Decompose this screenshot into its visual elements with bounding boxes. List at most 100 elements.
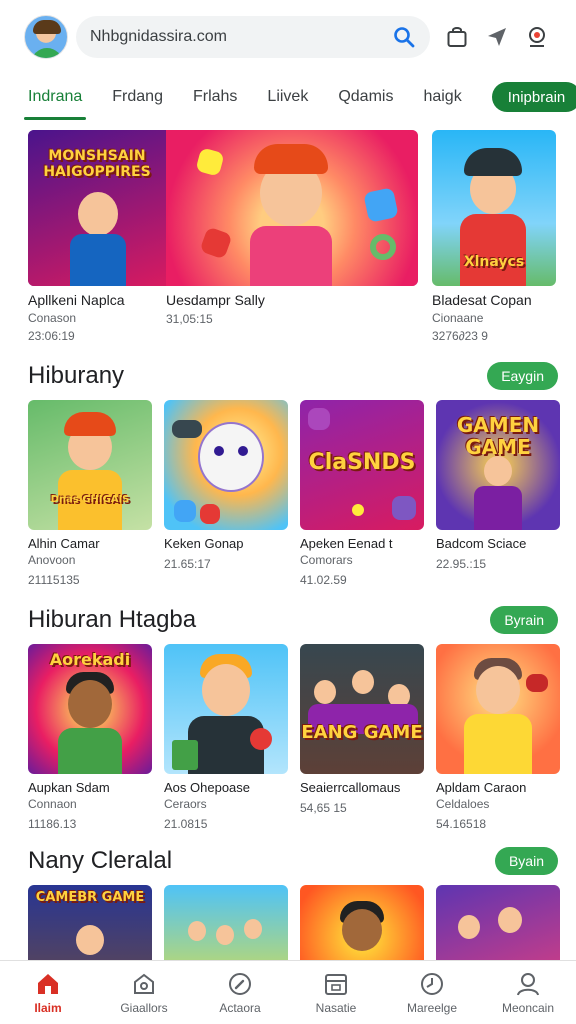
avatar[interactable]: [24, 15, 68, 59]
game-thumb[interactable]: ClaSNDS: [300, 400, 424, 530]
list-item[interactable]: ClaSNDS Apeken Eenad t Comorars 41.02.59: [300, 400, 424, 587]
search-bar[interactable]: Nhbgnidassira.com: [76, 16, 430, 58]
send-icon[interactable]: [486, 26, 508, 48]
section-title: Hiburany: [28, 362, 125, 389]
game-meta: 21115135: [28, 573, 80, 587]
list-item[interactable]: GAMEN GAME Badcom Sciace 22.95.:15: [436, 400, 560, 587]
section-more-button[interactable]: Byain: [494, 847, 558, 875]
featured-meta: 31,05:15: [166, 312, 213, 326]
game-title: Apldam Caraon: [436, 780, 527, 795]
nav-explore[interactable]: Actaora: [192, 961, 288, 1024]
tab-frdang[interactable]: Frdang: [112, 74, 163, 120]
bag-icon[interactable]: [446, 26, 468, 48]
list-item[interactable]: Dnas GHIGAIS Alhin Camar Anovoon 2111513…: [28, 400, 152, 587]
featured-meta: 23:06:19: [28, 329, 75, 343]
game-title: Aupkan Sdam: [28, 780, 110, 795]
game-thumb[interactable]: GAMEN GAME: [436, 400, 560, 530]
game-art-text: ClaSNDS: [308, 450, 416, 475]
featured-meta: 3276∂23 9: [432, 329, 488, 343]
nav-calendar[interactable]: Nasatie: [288, 961, 384, 1024]
tab-pill-button[interactable]: Inipbrain: [491, 82, 576, 112]
bottom-nav: Ilaim Giaallors Actaora Nasatie Mareelge…: [0, 960, 576, 1024]
nav-label: Actaora: [219, 1000, 261, 1015]
tab-frlahs[interactable]: Frlahs: [193, 74, 237, 120]
nav-label: Ilaim: [34, 1000, 62, 1015]
game-thumb[interactable]: [436, 644, 560, 774]
search-icon[interactable]: [392, 25, 416, 49]
search-input[interactable]: Nhbgnidassira.com: [90, 28, 392, 46]
nav-label: Giaallors: [120, 1000, 168, 1015]
tab-qdamis[interactable]: Qdamis: [338, 74, 393, 120]
game-art-text: EANG GAME: [301, 722, 423, 743]
home-icon: [38, 973, 58, 994]
tab-haigk[interactable]: haigk: [423, 74, 461, 120]
featured-subtitle: Conason: [28, 311, 77, 325]
nav-history[interactable]: Mareelge: [384, 961, 480, 1024]
game-thumb[interactable]: [164, 644, 288, 774]
tab-indrana[interactable]: Indrana: [23, 74, 87, 120]
game-meta: 54,65 15: [300, 801, 347, 815]
game-meta: 21.65:17: [164, 557, 211, 571]
game-meta: 22.95.:15: [436, 557, 487, 571]
tab-liivek[interactable]: Liivek: [267, 74, 308, 120]
nav-home[interactable]: Ilaim: [0, 961, 96, 1024]
section-title: Nany Cleralal: [28, 847, 173, 874]
list-item[interactable]: EANG GAME Seaierrcallomaus 54,65 15: [300, 644, 424, 831]
clock-icon: [421, 972, 443, 995]
featured-art-text: MONSHSAIN HAIGOPPIRES: [43, 148, 151, 180]
list-item[interactable]: Apldam Caraon Celdaloes 54.16518: [436, 644, 560, 831]
game-meta: 11186.13: [28, 817, 77, 831]
game-art-text: Aorekadi: [49, 650, 131, 669]
nav-label: Mareelge: [406, 1000, 458, 1015]
game-subtitle: Anovoon: [28, 553, 76, 567]
section-more-button[interactable]: Byrain: [490, 606, 558, 634]
game-title: Badcom Sciace: [436, 536, 527, 551]
featured-title: Apllkeni Naplca: [28, 292, 125, 308]
nav-games[interactable]: Giaallors: [96, 961, 192, 1024]
game-title: Apeken Eenad t: [300, 536, 393, 551]
profile-icon: [517, 972, 539, 995]
section-hiburany: Hiburany Eaygin Dnas GHIGAIS Alhin Camar…: [28, 358, 560, 587]
featured-art-text: Xlnaycs: [463, 254, 525, 270]
featured-title: Uesdampr Sally: [166, 292, 265, 308]
featured-banner[interactable]: MONSHSAIN HAIGOPPIRES: [28, 130, 418, 286]
compass-icon: [229, 972, 251, 995]
featured-card[interactable]: Xlnaycs Bladesat Copan Cionaane 3276∂23 …: [432, 130, 556, 343]
calendar-icon: [325, 973, 347, 995]
game-subtitle: Connaon: [28, 797, 77, 811]
game-title: Aos Ohepoase: [164, 780, 251, 795]
category-tabs: Indrana Frdang Frlahs Liivek Qdamis haig…: [0, 74, 576, 120]
game-art-text: GAMEN GAME: [456, 413, 540, 459]
section-hiburan-htagba: Hiburan Htagba Byrain Aorekadi Aupkan Sd…: [28, 602, 560, 831]
featured-title: Bladesat Copan: [432, 292, 532, 308]
list-item[interactable]: Aorekadi Aupkan Sdam Connaon 11186.13: [28, 644, 152, 831]
game-meta: 41.02.59: [300, 573, 347, 587]
featured-row: MONSHSAIN HAIGOPPIRES Apllkeni Naplca Co…: [28, 130, 576, 343]
game-thumb[interactable]: EANG GAME: [300, 644, 424, 774]
nav-profile[interactable]: Meoncain: [480, 961, 576, 1024]
nav-label: Meoncain: [501, 1000, 555, 1015]
game-meta: 54.16518: [436, 817, 487, 831]
list-item[interactable]: Aos Ohepoase Ceraors 21.0815: [164, 644, 288, 831]
list-item[interactable]: Keken Gonap 21.65:17: [164, 400, 288, 587]
game-thumb[interactable]: Aorekadi: [28, 644, 152, 774]
game-title: Keken Gonap: [164, 536, 244, 551]
section-title: Hiburan Htagba: [28, 606, 197, 633]
game-thumb[interactable]: Dnas GHIGAIS: [28, 400, 152, 530]
game-art-text: CAMEBR GAME: [35, 890, 145, 905]
featured-subtitle: Cionaane: [432, 311, 484, 325]
game-title: Seaierrcallomaus: [300, 780, 401, 795]
game-art-text: Dnas GHIGAIS: [50, 494, 130, 505]
location-icon[interactable]: [526, 26, 548, 48]
game-subtitle: Ceraors: [164, 797, 207, 811]
app-header: Nhbgnidassira.com: [0, 0, 576, 74]
games-icon: [134, 973, 154, 994]
game-thumb[interactable]: [164, 400, 288, 530]
game-subtitle: Celdaloes: [436, 797, 490, 811]
game-subtitle: Comorars: [300, 553, 353, 567]
nav-label: Nasatie: [315, 1000, 357, 1015]
game-title: Alhin Camar: [28, 536, 100, 551]
section-more-button[interactable]: Eaygin: [487, 362, 558, 390]
featured-thumb[interactable]: Xlnaycs: [432, 130, 556, 286]
featured-card[interactable]: MONSHSAIN HAIGOPPIRES Apllkeni Naplca Co…: [28, 130, 418, 343]
